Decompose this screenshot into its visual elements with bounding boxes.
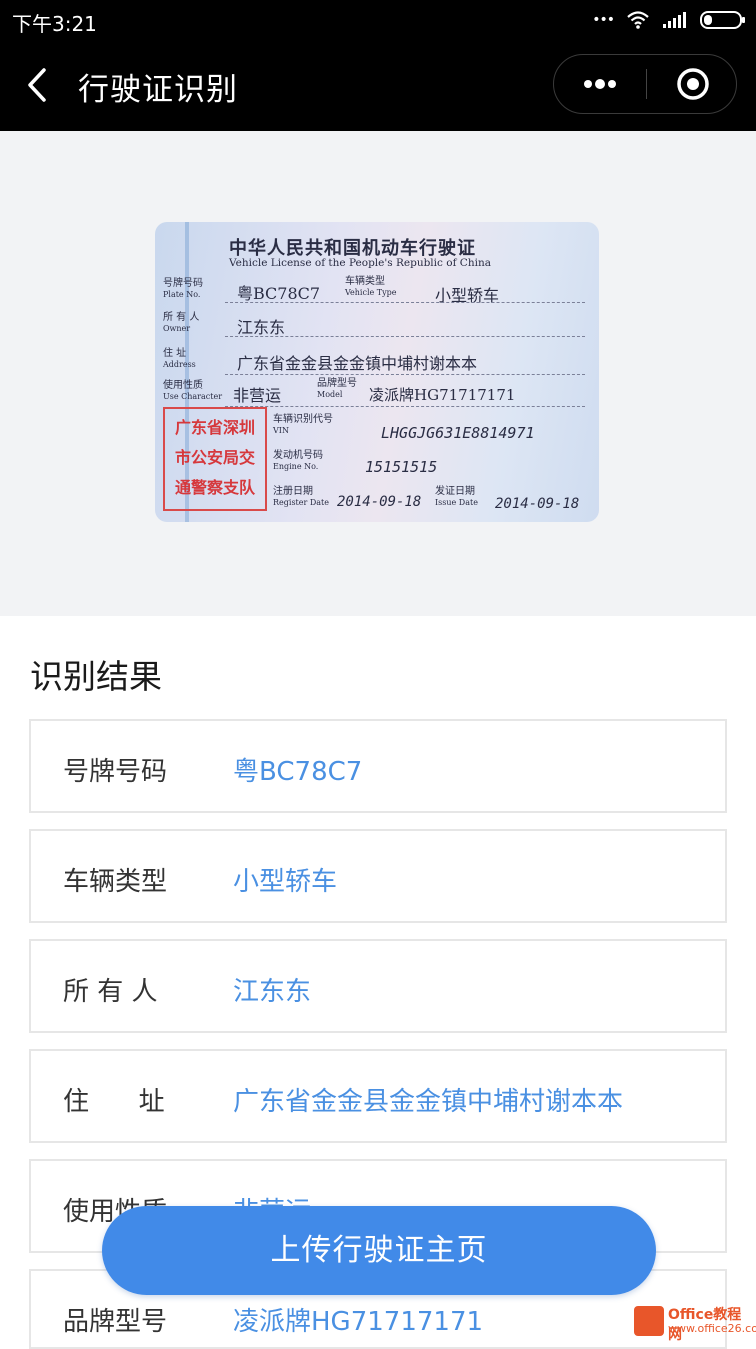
label-cn: 车辆类型 xyxy=(345,276,385,287)
license-image-area: 中华人民共和国机动车行驶证 Vehicle License of the Peo… xyxy=(0,131,756,616)
stamp-line: 通警察支队 xyxy=(174,478,255,497)
office-logo-icon xyxy=(634,1306,664,1336)
battery-icon xyxy=(700,11,745,29)
result-value: 江东东 xyxy=(233,977,312,1007)
more-dots-icon: ••• xyxy=(592,12,615,28)
license-value-model: 凌派牌HG71717171 xyxy=(369,386,516,404)
license-label-use-character: 使用性质 Use Character xyxy=(163,380,222,402)
nav-bar: 行驶证识别 xyxy=(0,40,756,131)
license-label-owner: 所 有 人 Owner xyxy=(163,312,199,334)
result-value: 粤BC78C7 xyxy=(233,757,363,787)
license-label-address: 住 址 Address xyxy=(163,348,196,370)
label-en: Engine No. xyxy=(273,462,319,471)
result-label: 品牌型号 xyxy=(63,1307,168,1337)
label-en: Model xyxy=(317,390,343,399)
label-cn: 号牌号码 xyxy=(163,278,203,289)
label-en: Vehicle Type xyxy=(345,288,397,297)
license-value-engine: 15151515 xyxy=(365,458,438,476)
license-value-address: 广东省金金县金金镇中埔村谢本本 xyxy=(237,354,478,373)
back-button[interactable] xyxy=(20,62,60,108)
result-row-plate: 号牌号码 粤BC78C7 xyxy=(29,719,727,813)
status-bar: 下午3:21 ••• xyxy=(0,0,756,40)
mini-program-capsule xyxy=(553,54,737,114)
label-cn: 品牌型号 xyxy=(317,378,357,389)
license-label-engine: 发动机号码 Engine No. xyxy=(273,450,323,472)
result-row-vehicle-type: 车辆类型 小型轿车 xyxy=(29,829,727,923)
result-value: 小型轿车 xyxy=(233,867,338,897)
label-cn: 住 址 xyxy=(163,348,187,359)
result-row-address: 住 址 广东省金金县金金镇中埔村谢本本 xyxy=(29,1049,727,1143)
label-en: Owner xyxy=(163,324,191,333)
license-label-model: 品牌型号 Model xyxy=(317,378,357,400)
license-label-plate: 号牌号码 Plate No. xyxy=(163,278,203,300)
dashed-line xyxy=(225,336,585,337)
upload-license-button[interactable]: 上传行驶证主页 xyxy=(102,1206,656,1295)
dashed-line xyxy=(225,374,585,375)
label-cn: 发证日期 xyxy=(435,486,475,497)
wifi-icon xyxy=(627,11,649,29)
more-dots-icon xyxy=(584,79,616,89)
signal-icon xyxy=(663,12,686,28)
label-cn: 所 有 人 xyxy=(163,312,200,323)
license-value-register-date: 2014-09-18 xyxy=(337,494,422,510)
license-label-vin: 车辆识别代号 VIN xyxy=(273,414,333,436)
page-title: 行驶证识别 xyxy=(78,72,238,108)
label-en: Issue Date xyxy=(435,498,478,507)
watermark-line2: www.office26.com xyxy=(668,1322,756,1335)
label-cn: 发动机号码 xyxy=(273,450,323,461)
license-value-use-character: 非营运 xyxy=(233,386,282,405)
result-value: 凌派牌HG71717171 xyxy=(233,1307,484,1337)
office26-watermark: Office教程网 www.office26.com xyxy=(634,1300,756,1343)
label-en: Use Character xyxy=(163,392,223,401)
label-cn: 使用性质 xyxy=(163,380,203,391)
target-close-icon xyxy=(677,68,709,100)
dashed-line xyxy=(225,406,585,407)
stamp-line: 市公安局交 xyxy=(174,448,255,467)
label-en: VIN xyxy=(273,426,289,435)
close-button[interactable] xyxy=(647,55,737,112)
label-en: Plate No. xyxy=(163,290,201,299)
license-label-vehicle-type: 车辆类型 Vehicle Type xyxy=(345,276,397,298)
license-value-vin: LHGGJG631E8814971 xyxy=(381,424,535,442)
license-label-register-date: 注册日期 Register Date xyxy=(273,486,329,508)
dashed-line xyxy=(225,302,585,303)
label-cn: 注册日期 xyxy=(273,486,313,497)
result-value: 广东省金金县金金镇中埔村谢本本 xyxy=(233,1087,624,1117)
label-en: Address xyxy=(163,360,196,369)
license-value-plate: 粤BC78C7 xyxy=(237,284,321,303)
license-label-issue-date: 发证日期 Issue Date xyxy=(435,486,478,508)
license-value-issue-date: 2014-09-18 xyxy=(495,496,580,512)
stamp-line: 广东省深圳 xyxy=(174,418,255,437)
result-label: 住 址 xyxy=(63,1087,165,1117)
license-subtitle: Vehicle License of the People's Republic… xyxy=(229,257,491,269)
results-title: 识别结果 xyxy=(30,657,162,696)
license-value-owner: 江东东 xyxy=(237,318,286,337)
label-cn: 车辆识别代号 xyxy=(273,414,333,425)
label-en: Register Date xyxy=(273,498,329,507)
more-button[interactable] xyxy=(554,55,646,112)
police-stamp: 广东省深圳 市公安局交 通警察支队 xyxy=(163,407,267,511)
license-image[interactable]: 中华人民共和国机动车行驶证 Vehicle License of the Peo… xyxy=(155,222,599,522)
result-label: 所 有 人 xyxy=(63,977,158,1007)
result-label: 号牌号码 xyxy=(63,757,168,787)
status-time: 下午3:21 xyxy=(12,12,97,36)
result-label: 车辆类型 xyxy=(63,867,168,897)
result-row-owner: 所 有 人 江东东 xyxy=(29,939,727,1033)
status-icons: ••• xyxy=(592,8,746,32)
chevron-left-icon xyxy=(28,68,46,102)
